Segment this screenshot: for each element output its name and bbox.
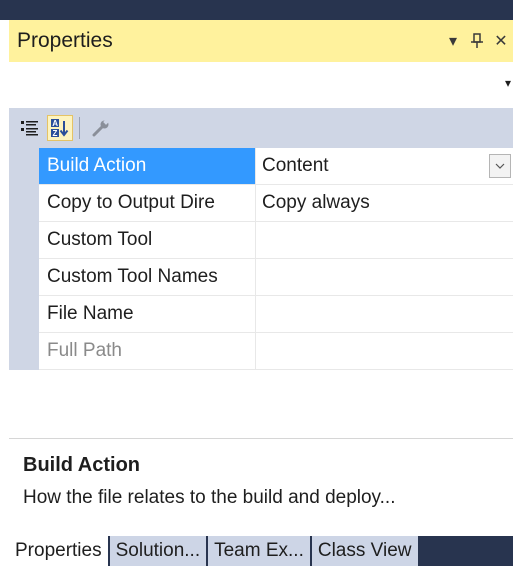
categorized-view-button[interactable] xyxy=(17,115,43,141)
property-name[interactable]: Custom Tool Names xyxy=(39,259,256,296)
row-gutter xyxy=(9,296,39,333)
property-value: Content xyxy=(262,155,329,176)
property-value[interactable] xyxy=(256,333,513,370)
grid-empty-area xyxy=(9,370,513,439)
properties-window: Properties ▾ ✕ ▾ A Z Build Action Conten… xyxy=(0,0,513,566)
description-pane: Build Action How the file relates to the… xyxy=(9,440,513,528)
tab-team-explorer[interactable]: Team Ex... xyxy=(208,536,310,566)
tab-properties[interactable]: Properties xyxy=(9,536,108,566)
alphabetical-view-button[interactable]: A Z xyxy=(47,115,73,141)
property-row-copy-to-output[interactable]: Copy to Output Dire Copy always xyxy=(9,185,513,222)
close-icon[interactable]: ✕ xyxy=(489,31,513,51)
description-title: Build Action xyxy=(23,454,141,476)
chevron-down-icon[interactable]: ▾ xyxy=(441,31,465,51)
property-name[interactable]: Custom Tool xyxy=(39,222,256,259)
property-row-file-name[interactable]: File Name xyxy=(9,296,513,333)
svg-text:Z: Z xyxy=(53,129,58,138)
property-row-custom-tool[interactable]: Custom Tool xyxy=(9,222,513,259)
row-gutter xyxy=(9,259,39,296)
property-pages-button[interactable] xyxy=(88,115,114,141)
row-gutter xyxy=(9,333,39,370)
row-gutter xyxy=(9,185,39,222)
tab-class-view[interactable]: Class View xyxy=(311,536,418,566)
property-name[interactable]: Build Action xyxy=(39,148,256,185)
property-value[interactable] xyxy=(256,296,513,333)
object-selector-dropdown-icon[interactable]: ▾ xyxy=(505,76,511,90)
property-value-combo[interactable]: Content xyxy=(256,148,513,185)
svg-text:A: A xyxy=(52,119,58,128)
row-gutter xyxy=(9,222,39,259)
property-row-custom-tool-namespace[interactable]: Custom Tool Names xyxy=(9,259,513,296)
categorized-icon xyxy=(21,121,38,136)
property-value[interactable] xyxy=(256,222,513,259)
toolbar-separator xyxy=(79,117,80,139)
description-text: How the file relates to the build and de… xyxy=(23,487,396,508)
pin-icon[interactable] xyxy=(465,33,489,49)
row-gutter xyxy=(9,148,39,185)
property-grid: Build Action Content Copy to Output Dire… xyxy=(9,148,513,370)
property-value[interactable] xyxy=(256,259,513,296)
bottom-tab-strip: Properties Solution... Team Ex... Class … xyxy=(9,536,513,566)
chevron-down-icon[interactable] xyxy=(489,154,511,178)
tab-solution-explorer[interactable]: Solution... xyxy=(109,536,207,566)
properties-title-bar[interactable]: Properties ▾ ✕ xyxy=(9,20,513,62)
property-value[interactable]: Copy always xyxy=(256,185,513,222)
property-name[interactable]: File Name xyxy=(39,296,256,333)
window-top-edge xyxy=(0,0,513,20)
properties-toolbar: A Z xyxy=(9,108,513,148)
property-row-full-path[interactable]: Full Path xyxy=(9,333,513,370)
wrench-icon xyxy=(92,119,109,137)
property-name[interactable]: Full Path xyxy=(39,333,256,370)
property-row-build-action[interactable]: Build Action Content xyxy=(9,148,513,185)
window-title: Properties xyxy=(17,29,113,52)
sort-alphabetical-icon: A Z xyxy=(51,119,69,138)
object-selector[interactable]: ▾ xyxy=(9,62,513,108)
property-name[interactable]: Copy to Output Dire xyxy=(39,185,256,222)
